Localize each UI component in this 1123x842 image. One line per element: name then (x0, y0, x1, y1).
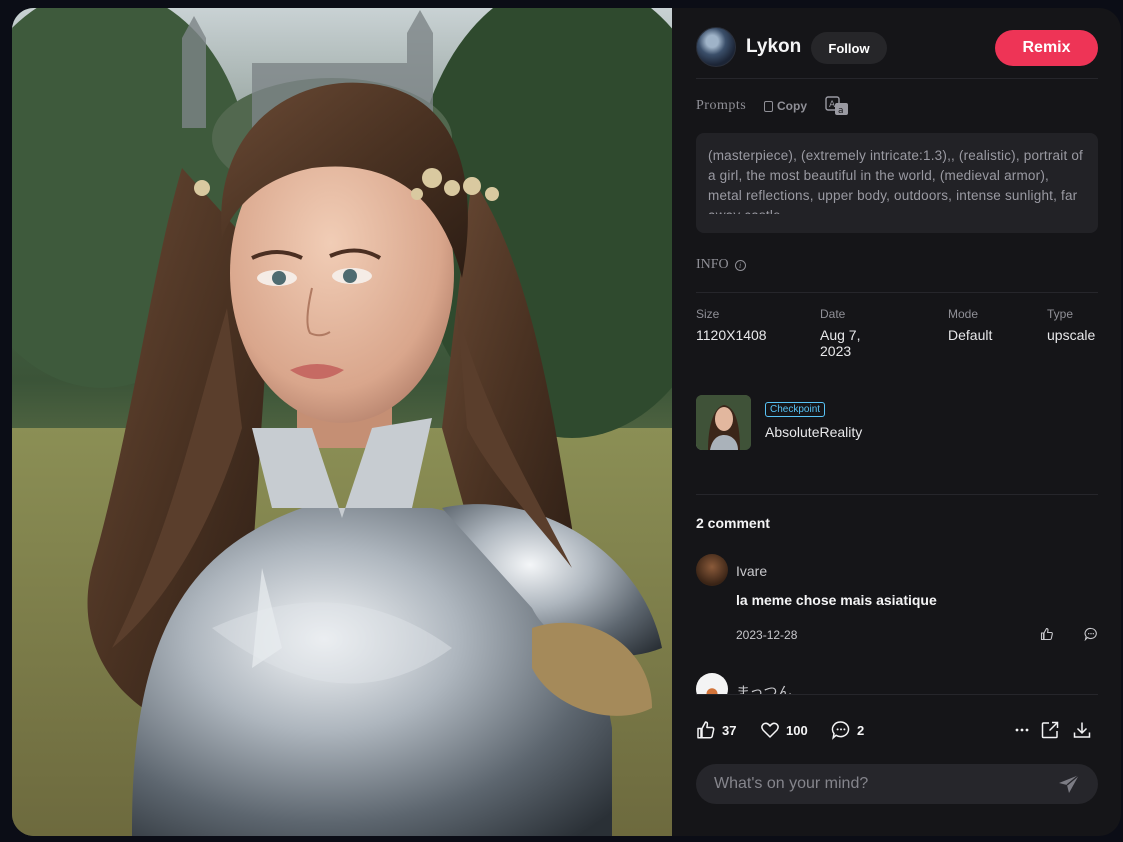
download-icon (1073, 722, 1091, 738)
meta-value: Aug 7, 2023 (820, 327, 861, 359)
favorite-count: 100 (786, 722, 808, 738)
meta-key: Date (820, 307, 846, 321)
commenter-name[interactable]: まっつん (736, 682, 791, 694)
comment-like-icon[interactable] (1040, 627, 1054, 641)
remix-button[interactable]: Remix (995, 30, 1098, 66)
meta-value: upscale (1047, 327, 1096, 343)
like-count: 37 (722, 722, 737, 738)
post-actions-bar: 37 100 2 (696, 720, 1098, 746)
author-avatar[interactable] (696, 27, 736, 67)
comments-list[interactable]: Ivare la meme chose mais asiatique 2023-… (696, 548, 1098, 694)
like-icon (697, 721, 715, 739)
favorite-button[interactable]: 100 (760, 720, 808, 740)
prompts-label: Prompts (696, 98, 747, 113)
copy-label: Copy (777, 99, 807, 113)
comments-count-title: 2 comment (696, 515, 770, 531)
meta-key: Size (696, 307, 720, 321)
info-label: INFO (696, 257, 729, 272)
divider (696, 292, 1098, 293)
comment-icon (831, 721, 850, 740)
heart-icon (761, 722, 779, 738)
checkpoint-thumbnail-image (696, 395, 751, 450)
checkpoint-name[interactable]: AbsoluteReality (765, 424, 862, 440)
comment-date: 2023-12-28 (736, 628, 798, 642)
copy-icon (764, 100, 773, 112)
download-button[interactable] (1072, 720, 1092, 740)
svg-text:a: a (838, 106, 844, 116)
info-heading: INFO i (696, 257, 746, 273)
divider (696, 694, 1098, 695)
commenter-name[interactable]: Ivare (736, 563, 767, 579)
meta-value: Default (948, 327, 993, 343)
commenter-avatar[interactable] (696, 554, 728, 586)
post-image[interactable] (12, 8, 672, 836)
prompt-text-box[interactable]: (masterpiece), (extremely intricate:1.3)… (696, 133, 1098, 233)
commenter-avatar[interactable] (696, 673, 728, 694)
post-details-panel: Lykon Follow Remix Prompts Copy A a (mas… (696, 8, 1098, 836)
translate-icon[interactable]: A a (825, 96, 849, 116)
checkpoint-thumbnail[interactable] (696, 395, 751, 450)
comment-button[interactable]: 2 (831, 720, 864, 740)
divider (696, 494, 1098, 495)
share-icon (1041, 721, 1059, 739)
comment-composer (696, 764, 1098, 804)
share-button[interactable] (1040, 720, 1060, 740)
reply-icon[interactable] (1084, 627, 1098, 641)
comment-text: la meme chose mais asiatique (736, 592, 937, 608)
info-icon[interactable]: i (734, 259, 746, 271)
like-button[interactable]: 37 (696, 720, 736, 740)
meta-type: Type upscale (1047, 307, 1095, 343)
meta-date: Date Aug 7, 2023 (820, 307, 890, 359)
divider (696, 78, 1098, 79)
meta-size: Size 1120X1408 (696, 307, 767, 343)
meta-key: Mode (948, 307, 979, 321)
portrait-illustration (12, 8, 672, 836)
author-name[interactable]: Lykon (746, 36, 801, 58)
copy-prompt-button[interactable]: Copy (764, 99, 807, 113)
prompt-text: (masterpiece), (extremely intricate:1.3)… (708, 148, 1083, 214)
checkpoint-badge: Checkpoint (765, 402, 826, 417)
post-modal: Lykon Follow Remix Prompts Copy A a (mas… (12, 8, 1121, 836)
post-header: Lykon Follow Remix (696, 26, 1098, 70)
meta-key: Type (1047, 307, 1074, 321)
meta-value: 1120X1408 (696, 327, 767, 343)
meta-mode: Mode Default (948, 307, 992, 343)
more-button[interactable] (1012, 720, 1032, 740)
follow-button[interactable]: Follow (811, 32, 887, 64)
comment-input[interactable] (714, 764, 1044, 804)
svg-text:A: A (829, 100, 836, 110)
comment-count: 2 (857, 722, 865, 738)
more-icon (1015, 728, 1029, 732)
send-icon[interactable] (1058, 774, 1080, 794)
